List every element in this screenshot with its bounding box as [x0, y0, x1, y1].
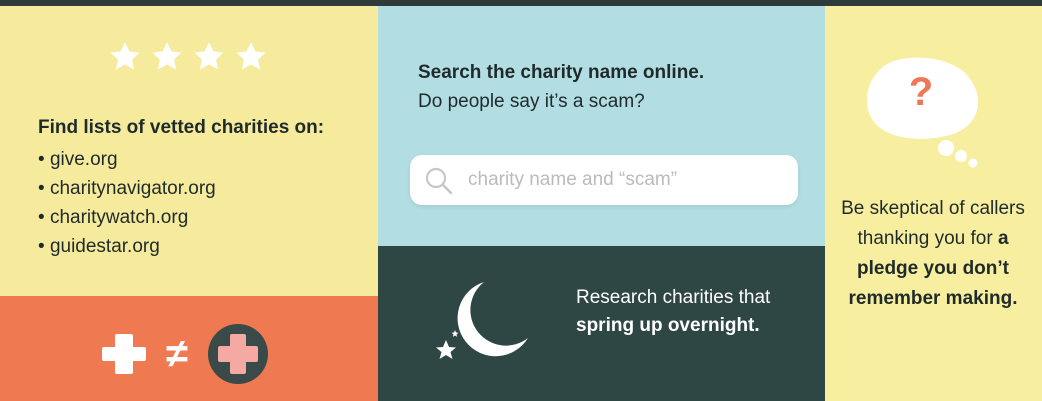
list-item: give.org: [38, 145, 216, 174]
star-icon: [110, 42, 140, 70]
white-cross-icon: [102, 334, 146, 374]
star-rating: [108, 40, 268, 74]
search-tip-panel: [378, 6, 825, 246]
star-icon: [152, 42, 182, 70]
research-tip-bold: spring up overnight.: [576, 315, 760, 336]
question-mark: ?: [908, 70, 934, 114]
vetted-list: give.org charitynavigator.org charitywat…: [38, 145, 216, 261]
list-item: guidestar.org: [38, 232, 216, 261]
cross-comparison: ≠: [100, 322, 270, 386]
search-tip-question: Do people say it’s a scam?: [418, 91, 645, 112]
search-placeholder: charity name and “scam”: [468, 169, 678, 190]
skeptical-tip-text: Be skeptical of callers thanking you for…: [838, 194, 1028, 314]
star-icon: [236, 42, 266, 70]
not-equal-symbol: ≠: [166, 332, 188, 376]
star-icon: [194, 42, 224, 70]
list-item: charitywatch.org: [38, 203, 216, 232]
search-input[interactable]: charity name and “scam”: [410, 155, 798, 205]
moon-and-stars-icon: [436, 282, 528, 359]
pink-cross-in-circle-icon: [207, 324, 268, 384]
vetted-list-title: Find lists of vetted charities on:: [38, 117, 325, 138]
research-tip-start: Research charities that: [576, 287, 771, 308]
search-tip-heading: Search the charity name online.: [418, 62, 705, 83]
list-item: charitynavigator.org: [38, 174, 216, 203]
search-icon: [425, 167, 453, 195]
research-tip-text: Research charities that spring up overni…: [576, 284, 796, 340]
